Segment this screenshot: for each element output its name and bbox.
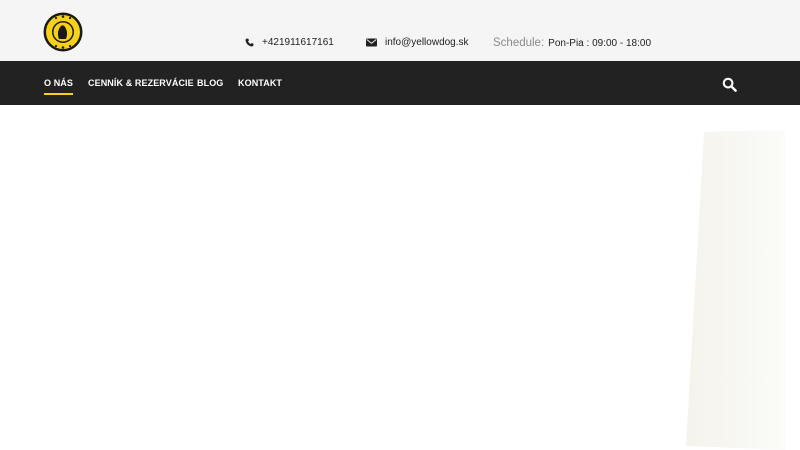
schedule-value: Pon-Pia : 09:00 - 18:00 — [548, 37, 652, 49]
main-content — [0, 105, 800, 450]
nav-item-o-nas[interactable]: O NÁS — [44, 78, 74, 95]
site-logo[interactable] — [43, 12, 83, 52]
nav-item-blog[interactable]: BLOG — [197, 78, 223, 88]
schedule-label: Schedule: — [493, 37, 545, 49]
top-bar: +421911617161 info@yellowdog.sk Schedule… — [0, 0, 800, 61]
search-icon — [722, 77, 737, 92]
nav-item-kontakt[interactable]: KONTAKT — [238, 78, 282, 88]
nav-item-cennik-rezervacie[interactable]: CENNÍK & REZERVÁCIE — [88, 78, 194, 88]
main-navigation: O NÁS CENNÍK & REZERVÁCIE BLOG KONTAKT — [0, 61, 800, 105]
email-address[interactable]: info@yellowdog.sk — [385, 37, 469, 48]
envelope-icon — [366, 38, 377, 47]
hero-image-panel — [686, 130, 785, 450]
header-email[interactable]: info@yellowdog.sk — [366, 37, 469, 48]
header-schedule: Schedule: Pon-Pia : 09:00 - 18:00 — [493, 37, 651, 49]
yellow-dog-logo-icon — [43, 12, 83, 52]
search-button[interactable] — [722, 77, 737, 92]
phone-number[interactable]: +421911617161 — [262, 37, 334, 48]
phone-icon — [245, 38, 254, 47]
header-phone[interactable]: +421911617161 — [245, 37, 334, 48]
